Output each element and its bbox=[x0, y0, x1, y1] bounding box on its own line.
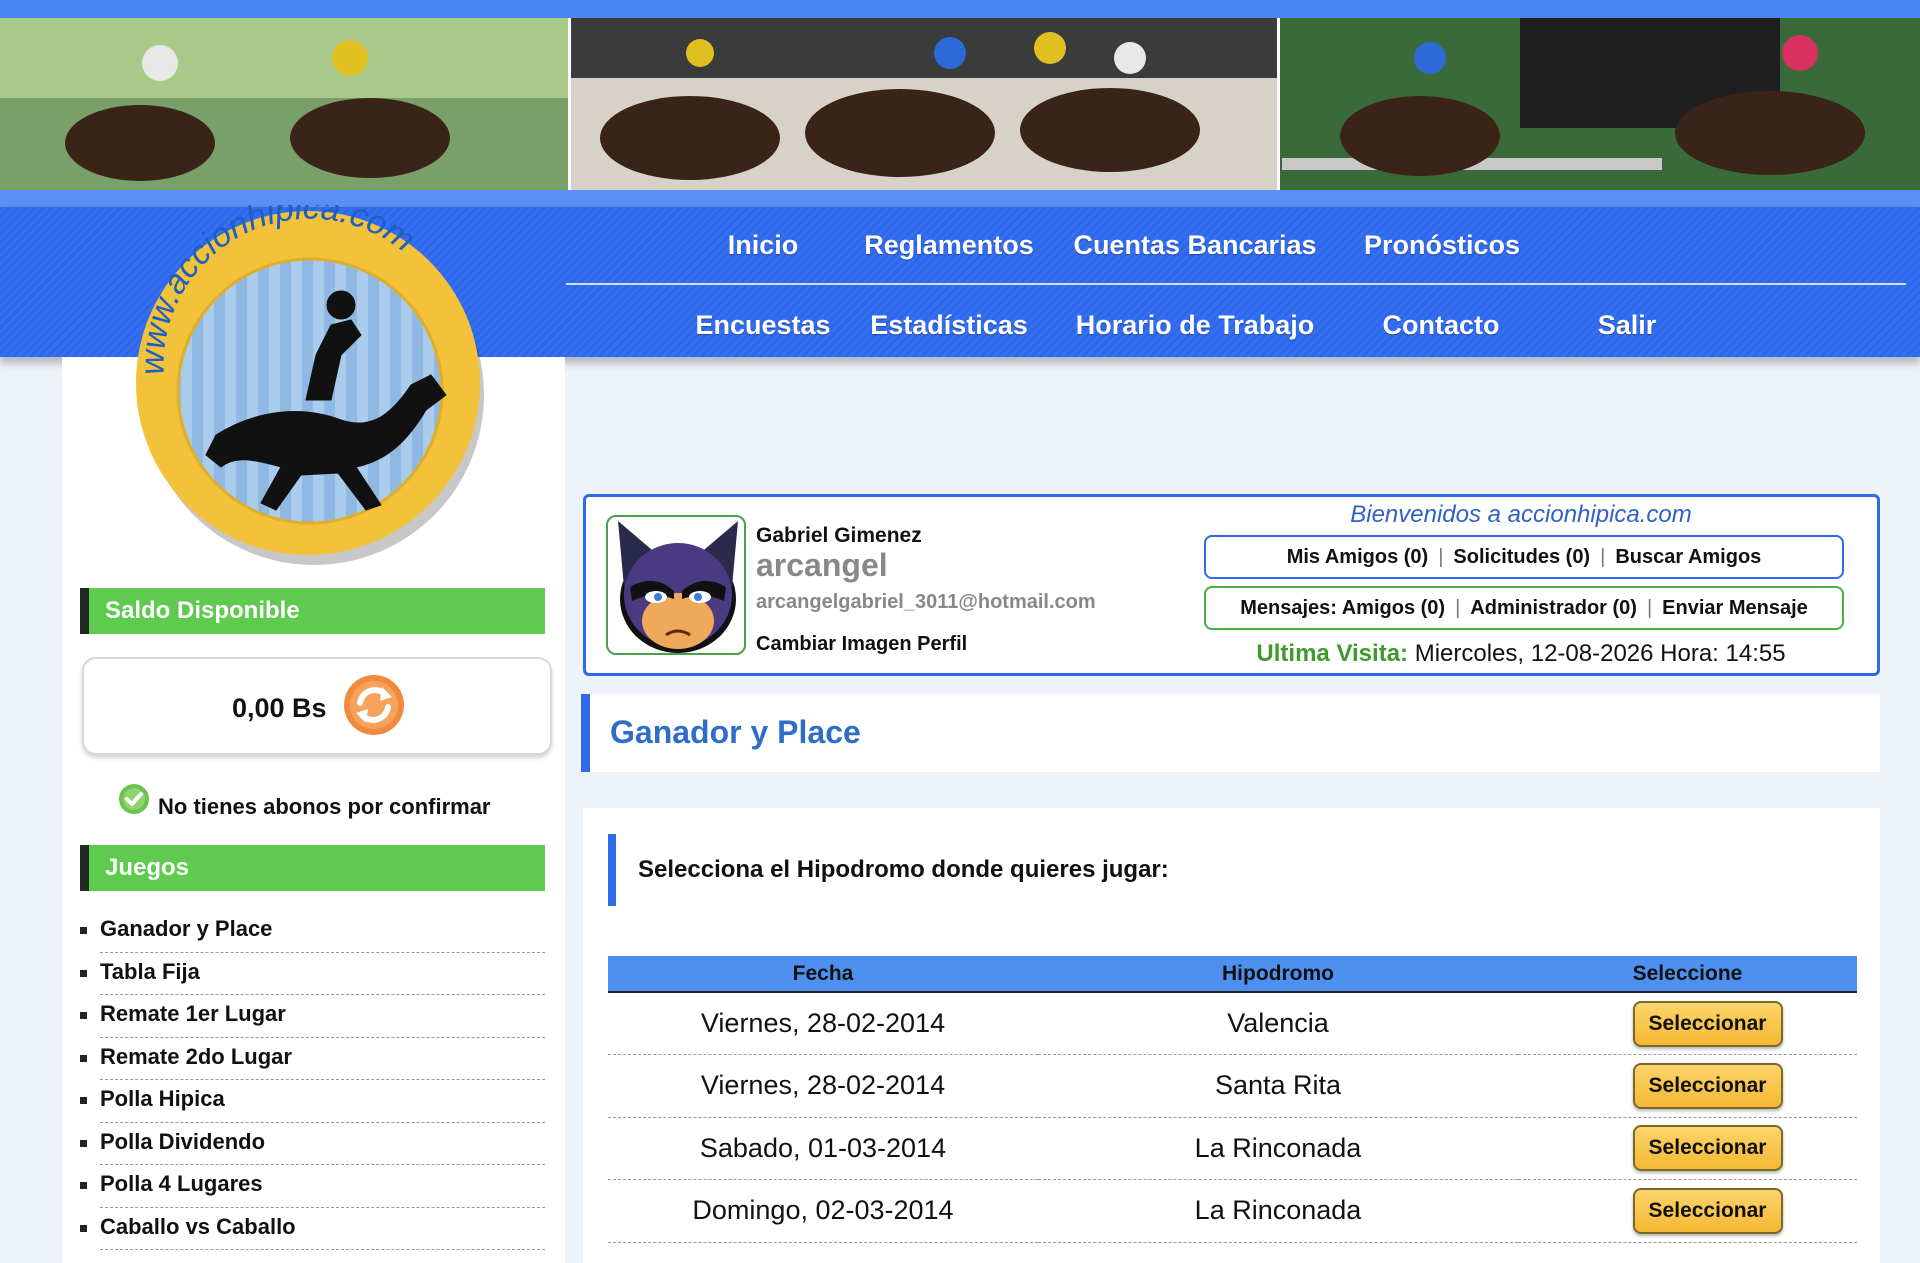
game-tabla-fija[interactable]: Tabla Fija bbox=[100, 959, 200, 985]
game-polla-4-lugares[interactable]: Polla 4 Lugares bbox=[100, 1171, 263, 1197]
list-item: Remate 1er Lugar bbox=[80, 995, 545, 1038]
list-item: Polla Hipica bbox=[80, 1080, 545, 1123]
avatar[interactable] bbox=[606, 515, 746, 655]
nav-salir[interactable]: Salir bbox=[1598, 310, 1657, 341]
bullet-icon bbox=[80, 1054, 87, 1062]
hipodromo-cell: Santa Rita bbox=[1038, 1054, 1518, 1118]
table-row: Viernes, 28-02-2014 Valencia Seleccionar bbox=[608, 992, 1857, 1055]
friends-bar: Mis Amigos (0) | Solicitudes (0) | Busca… bbox=[1204, 535, 1844, 579]
bullet-icon bbox=[80, 1012, 87, 1019]
column-header-hipodromo: Hipodromo bbox=[1038, 956, 1518, 993]
header-banner-image bbox=[0, 18, 1920, 190]
check-icon bbox=[119, 784, 149, 814]
balance-header: Saldo Disponible bbox=[80, 588, 545, 634]
bullet-icon bbox=[80, 1097, 87, 1104]
profile-email: arcangelgabriel_3011@hotmail.com bbox=[756, 591, 1096, 613]
abonos-status: No tienes abonos por confirmar bbox=[158, 794, 491, 819]
races-table: Fecha Hipodromo Seleccione Viernes, 28-0… bbox=[608, 956, 1857, 1243]
select-button[interactable]: Seleccionar bbox=[1632, 1125, 1783, 1172]
bullet-icon bbox=[80, 969, 87, 977]
separator: | bbox=[1600, 545, 1606, 568]
game-ganador-y-place[interactable]: Ganador y Place bbox=[100, 916, 272, 942]
friend-requests-link[interactable]: Solicitudes (0) bbox=[1453, 546, 1590, 569]
bullet-icon bbox=[80, 927, 87, 934]
fecha-cell: Viernes, 28-02-2014 bbox=[608, 1054, 1038, 1118]
game-caballo-vs-caballo[interactable]: Caballo vs Caballo bbox=[100, 1214, 296, 1240]
hipodromo-cell: Valencia bbox=[1038, 992, 1518, 1055]
avatar-mask-icon bbox=[618, 521, 738, 653]
nav-contacto[interactable]: Contacto bbox=[1383, 310, 1500, 341]
column-header-fecha: Fecha bbox=[608, 956, 1038, 993]
hipodromo-cell: La Rinconada bbox=[1038, 1179, 1518, 1243]
select-button[interactable]: Seleccionar bbox=[1632, 1187, 1783, 1234]
select-cell: Seleccionar bbox=[1518, 1054, 1857, 1118]
game-polla-hipica[interactable]: Polla Hipica bbox=[100, 1086, 225, 1112]
section-title-panel: Ganador y Place bbox=[581, 694, 1880, 772]
games-header: Juegos bbox=[80, 845, 545, 891]
list-item: Ganador y Place bbox=[80, 910, 545, 953]
list-item: Polla Dividendo bbox=[80, 1123, 545, 1165]
nav-pronosticos[interactable]: Pronósticos bbox=[1364, 230, 1520, 261]
site-logo[interactable]: www.accionhipica.com bbox=[126, 205, 488, 565]
bullet-icon bbox=[80, 1139, 87, 1147]
refresh-icon[interactable] bbox=[342, 673, 406, 737]
admin-messages-link[interactable]: Administrador (0) bbox=[1470, 597, 1637, 620]
select-cell: Seleccionar bbox=[1518, 992, 1857, 1055]
last-visit: Ultima Visita: Miercoles, 12-08-2026 Hor… bbox=[1196, 640, 1846, 668]
separator: | bbox=[1438, 545, 1444, 568]
select-cell: Seleccionar bbox=[1518, 1179, 1857, 1243]
table-row: Sabado, 01-03-2014 La Rinconada Seleccio… bbox=[608, 1117, 1857, 1180]
profile-box: Gabriel Gimenez arcangel arcangelgabriel… bbox=[583, 494, 1880, 676]
top-strip bbox=[0, 0, 1920, 18]
nav-divider bbox=[566, 283, 1906, 285]
fecha-cell: Viernes, 28-02-2014 bbox=[608, 992, 1038, 1055]
list-item: Tabla Fija bbox=[80, 953, 545, 995]
bullet-icon bbox=[80, 1224, 87, 1232]
my-friends-link[interactable]: Mis Amigos (0) bbox=[1287, 546, 1429, 569]
game-polla-dividendo[interactable]: Polla Dividendo bbox=[100, 1129, 265, 1155]
game-remate-2do-lugar[interactable]: Remate 2do Lugar bbox=[100, 1044, 292, 1070]
profile-username: arcangel bbox=[756, 547, 888, 583]
change-profile-image-link[interactable]: Cambiar Imagen Perfil bbox=[756, 633, 967, 656]
nav-inicio[interactable]: Inicio bbox=[728, 230, 799, 261]
send-message-link[interactable]: Enviar Mensaje bbox=[1662, 597, 1808, 620]
messages-bar: Mensajes: Amigos (0) | Administrador (0)… bbox=[1204, 586, 1844, 630]
hipodromo-cell: La Rinconada bbox=[1038, 1117, 1518, 1180]
select-cell: Seleccionar bbox=[1518, 1117, 1857, 1180]
nav-reglamentos[interactable]: Reglamentos bbox=[864, 230, 1034, 261]
search-friends-link[interactable]: Buscar Amigos bbox=[1615, 546, 1761, 569]
page-title: Ganador y Place bbox=[610, 714, 861, 750]
fecha-cell: Domingo, 02-03-2014 bbox=[608, 1179, 1038, 1243]
separator: | bbox=[1646, 596, 1653, 619]
table-header-row: Fecha Hipodromo Seleccione bbox=[608, 956, 1857, 993]
game-remate-1er-lugar[interactable]: Remate 1er Lugar bbox=[100, 1001, 286, 1027]
list-item: Caballo vs Caballo bbox=[80, 1208, 545, 1250]
nav-estadisticas[interactable]: Estadísticas bbox=[870, 310, 1028, 341]
last-visit-value: Miercoles, 12-08-2026 Hora: 14:55 bbox=[1414, 640, 1786, 667]
balance-amount: 0,00 Bs bbox=[232, 693, 327, 723]
fecha-cell: Sabado, 01-03-2014 bbox=[608, 1117, 1038, 1180]
select-button[interactable]: Seleccionar bbox=[1632, 1000, 1783, 1047]
separator: | bbox=[1455, 596, 1461, 619]
select-button[interactable]: Seleccionar bbox=[1632, 1062, 1783, 1109]
profile-name: Gabriel Gimenez bbox=[756, 524, 922, 547]
friend-messages-link[interactable]: Mensajes: Amigos (0) bbox=[1240, 597, 1445, 620]
nav-encuestas[interactable]: Encuestas bbox=[695, 310, 830, 341]
table-row: Domingo, 02-03-2014 La Rinconada Selecci… bbox=[608, 1179, 1857, 1243]
balance-box: 0,00 Bs bbox=[82, 657, 552, 755]
nav-horario-de-trabajo[interactable]: Horario de Trabajo bbox=[1076, 310, 1315, 341]
nav-cuentas-bancarias[interactable]: Cuentas Bancarias bbox=[1073, 230, 1316, 261]
list-item: Polla 4 Lugares bbox=[80, 1165, 545, 1208]
list-item: Remate 2do Lugar bbox=[80, 1038, 545, 1080]
table-row: Viernes, 28-02-2014 Santa Rita Seleccion… bbox=[608, 1054, 1857, 1118]
content-panel: Selecciona el Hipodromo donde quieres ju… bbox=[583, 808, 1880, 1263]
last-visit-label: Ultima Visita: bbox=[1256, 640, 1409, 667]
select-hipodromo-prompt: Selecciona el Hipodromo donde quieres ju… bbox=[608, 834, 1169, 906]
bullet-icon bbox=[80, 1182, 87, 1189]
welcome-message: Bienvenidos a accionhipica.com bbox=[1350, 501, 1692, 528]
games-list: Ganador y Place Tabla Fija Remate 1er Lu… bbox=[80, 910, 545, 1250]
column-header-seleccione: Seleccione bbox=[1518, 956, 1857, 993]
